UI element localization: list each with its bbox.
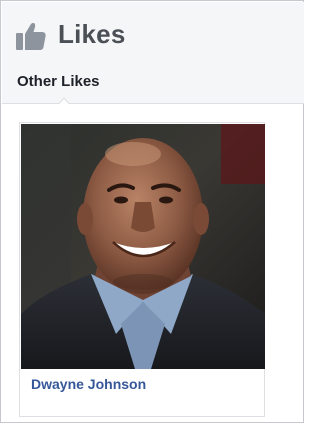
page-title: Likes — [58, 19, 126, 49]
like-card[interactable]: Dwayne Johnson — [19, 122, 265, 417]
like-name-link[interactable]: Dwayne Johnson — [31, 376, 146, 392]
likes-panel: Likes Other Likes Dwayne Johnson — [0, 0, 304, 423]
tab-other-likes[interactable]: Other Likes — [17, 73, 100, 90]
active-tab-indicator — [58, 97, 70, 105]
profile-photo[interactable] — [21, 124, 265, 369]
thumbs-up-icon — [16, 23, 46, 50]
likes-header: Likes Other Likes — [2, 2, 304, 105]
